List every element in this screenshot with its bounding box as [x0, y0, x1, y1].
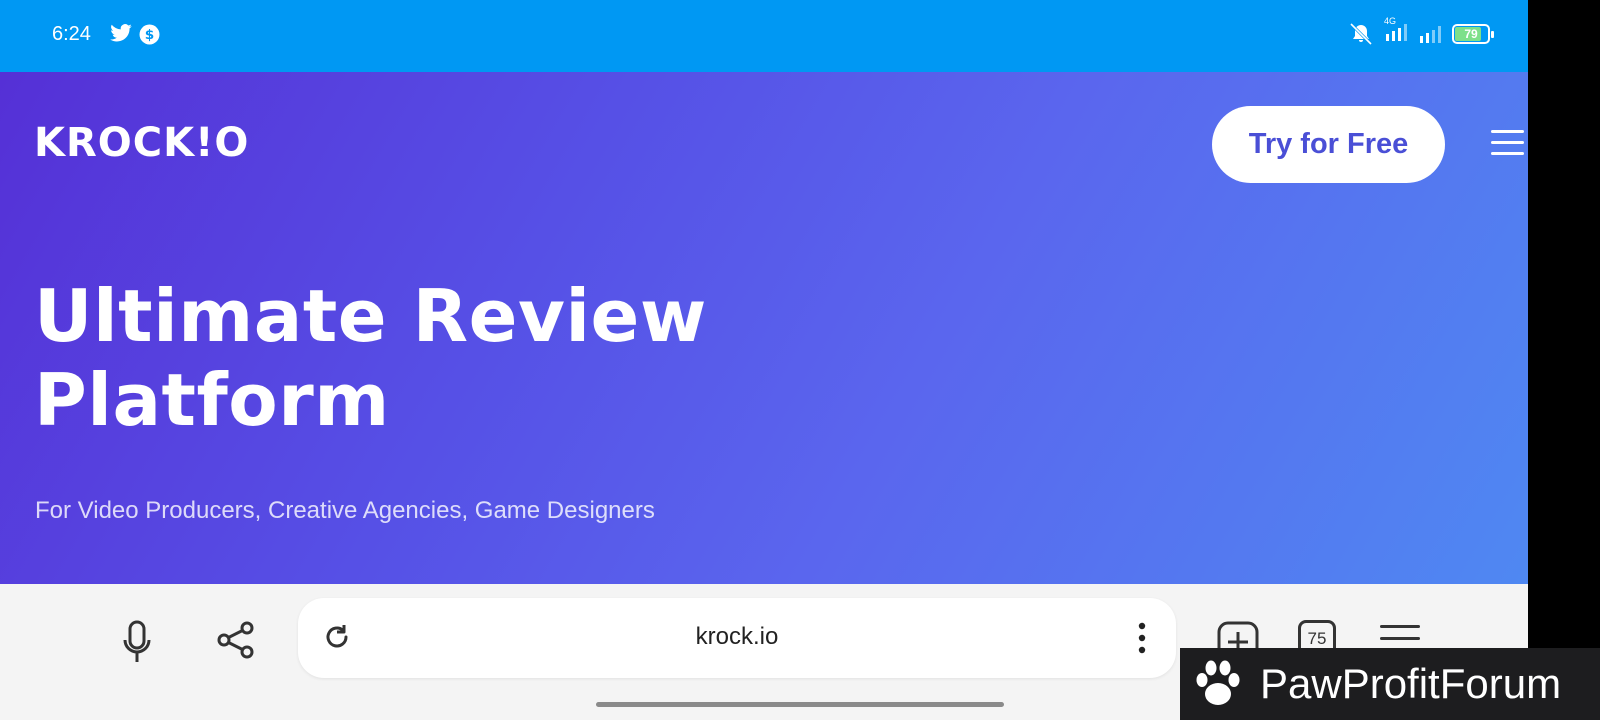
- paw-icon: [1196, 660, 1240, 705]
- status-icons: 4G 79: [1348, 16, 1494, 46]
- hero-subheadline: For Video Producers, Creative Agencies, …: [35, 497, 655, 524]
- krockio-logo[interactable]: KROCK!O: [34, 120, 249, 166]
- screen-edge: [1528, 0, 1600, 720]
- hamburger-menu-icon[interactable]: [1491, 130, 1524, 158]
- status-time: 6:24: [52, 23, 91, 45]
- share-icon[interactable]: [216, 620, 256, 660]
- status-bar: 6:24 $ 4G 79: [0, 0, 1528, 72]
- svg-text:$: $: [145, 27, 155, 43]
- battery-level: 79: [1464, 27, 1478, 41]
- address-bar[interactable]: krock.io: [298, 598, 1176, 678]
- watermark-text: PawProfitForum: [1260, 660, 1562, 707]
- network-type: 4G: [1384, 16, 1397, 26]
- signal-4g-icon: 4G: [1384, 16, 1408, 46]
- hero-section: KROCK!O Try for Free Ultimate Review Pla…: [0, 72, 1528, 584]
- twitter-icon: [110, 24, 132, 42]
- watermark: PawProfitForum: [1180, 648, 1600, 720]
- url-text[interactable]: krock.io: [298, 623, 1176, 651]
- signal-icon: [1420, 26, 1441, 43]
- try-for-free-button[interactable]: Try for Free: [1212, 106, 1445, 183]
- battery-icon: 79: [1452, 24, 1494, 44]
- more-vertical-icon[interactable]: [1138, 621, 1146, 655]
- home-indicator[interactable]: [596, 702, 1004, 707]
- logo-text: KROCK!O: [34, 120, 250, 166]
- mute-icon: [1349, 23, 1373, 45]
- headline-line-1: Ultimate Review: [34, 274, 707, 358]
- microphone-icon[interactable]: [122, 620, 152, 664]
- headline-line-2: Platform: [34, 358, 390, 442]
- hero-headline: Ultimate Review Platform: [34, 274, 707, 442]
- coin-icon: $: [139, 24, 160, 45]
